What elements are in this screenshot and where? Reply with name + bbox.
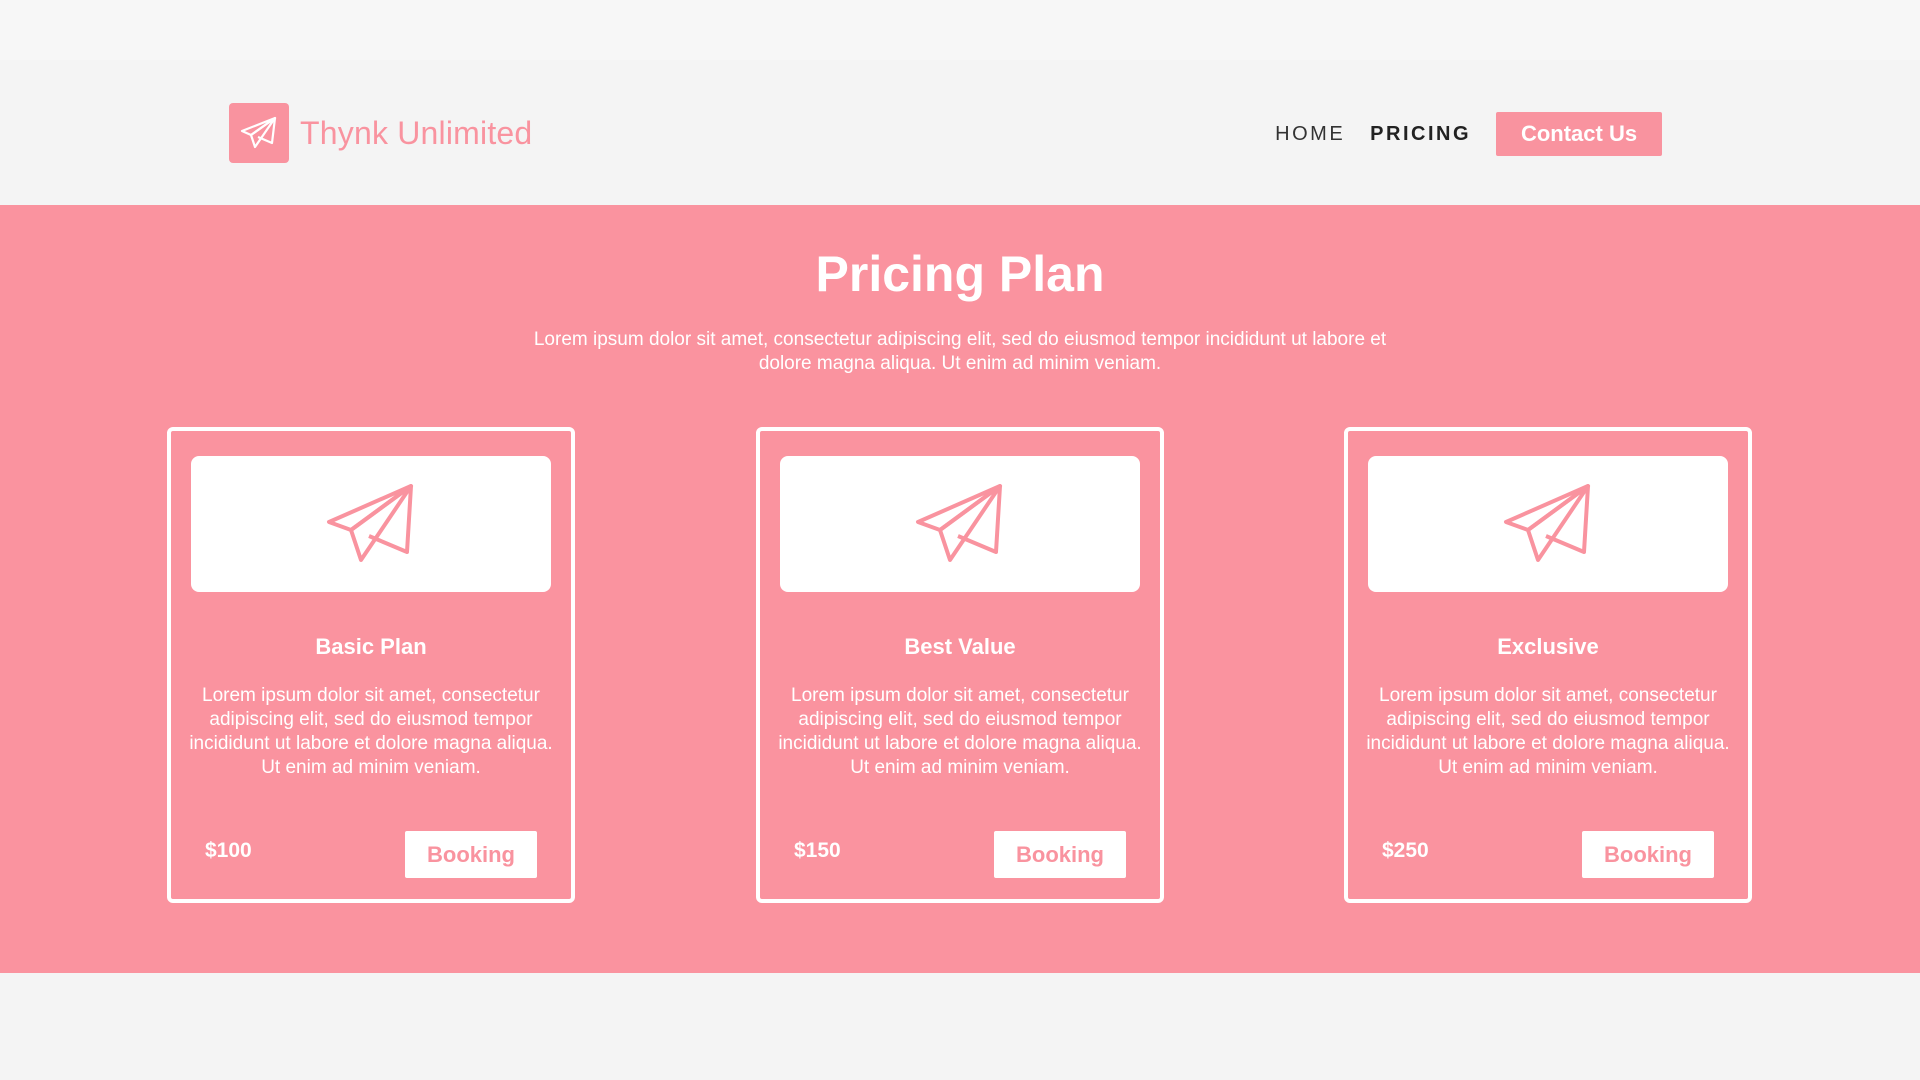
- pricing-section: Pricing Plan Lorem ipsum dolor sit amet,…: [0, 205, 1920, 973]
- plan-description: Lorem ipsum dolor sit amet, consectetur …: [1366, 685, 1730, 778]
- pricing-title: Pricing Plan: [815, 246, 1105, 302]
- pricing-card-basic: Basic Plan Lorem ipsum dolor sit amet, c…: [167, 427, 575, 903]
- plan-description: Lorem ipsum dolor sit amet, consectetur …: [778, 685, 1142, 778]
- plan-name: Exclusive: [1497, 634, 1599, 659]
- brand-name: Thynk Unlimited: [300, 114, 533, 151]
- plan-name: Best Value: [904, 634, 1016, 659]
- booking-button[interactable]: Booking: [1582, 831, 1714, 878]
- paper-plane-icon: [1504, 484, 1590, 562]
- plan-description: Lorem ipsum dolor sit amet, consectetur …: [189, 685, 553, 778]
- plan-price: $100: [205, 839, 252, 862]
- contact-us-button[interactable]: Contact Us: [1496, 112, 1662, 156]
- paper-plane-icon: [229, 103, 289, 163]
- nav-home[interactable]: HOME: [1275, 123, 1345, 146]
- main-nav: HOME PRICING Contact Us: [1275, 112, 1662, 156]
- paper-plane-icon: [916, 484, 1002, 562]
- top-strip: [0, 0, 1920, 60]
- footer-area: [0, 973, 1920, 1080]
- card-image: [191, 456, 551, 592]
- booking-button[interactable]: Booking: [405, 831, 537, 878]
- brand[interactable]: Thynk Unlimited: [229, 103, 532, 163]
- card-image: [780, 456, 1140, 592]
- booking-button[interactable]: Booking: [994, 831, 1126, 878]
- pricing-subtitle: Lorem ipsum dolor sit amet, consectetur …: [533, 329, 1387, 374]
- plan-name: Basic Plan: [315, 634, 427, 659]
- nav-pricing[interactable]: PRICING: [1370, 123, 1471, 146]
- pricing-card-best-value: Best Value Lorem ipsum dolor sit amet, c…: [756, 427, 1164, 903]
- pricing-card-exclusive: Exclusive Lorem ipsum dolor sit amet, co…: [1344, 427, 1752, 903]
- plan-price: $150: [794, 839, 841, 862]
- plan-price: $250: [1382, 839, 1429, 862]
- card-image: [1368, 456, 1728, 592]
- paper-plane-icon: [327, 484, 413, 562]
- site-header: Thynk Unlimited HOME PRICING Contact Us: [0, 60, 1920, 205]
